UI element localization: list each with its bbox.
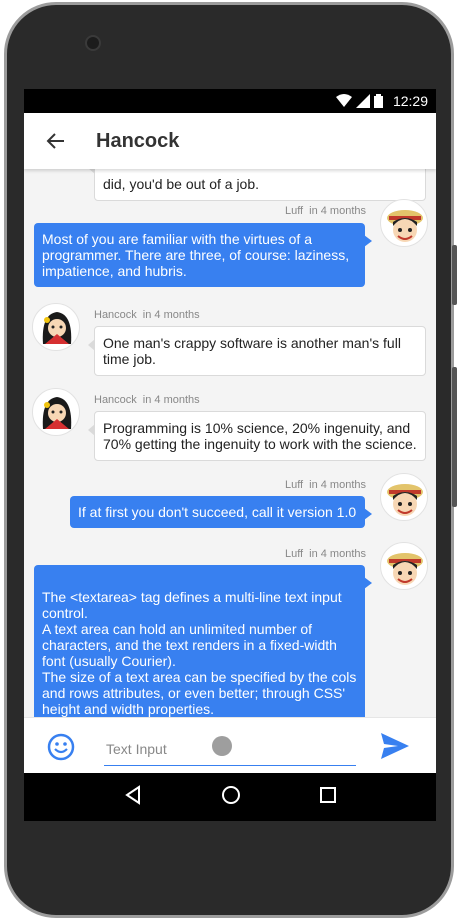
message-meta: Hancock in 4 months — [94, 394, 200, 406]
battery-icon — [373, 94, 383, 108]
wifi-icon — [335, 94, 352, 107]
message-text: One man's crappy software is another man… — [103, 335, 401, 367]
luffy-avatar-icon — [387, 484, 423, 516]
message-bubble: did, you'd be out of a job. — [88, 169, 426, 201]
message-time: in 4 months — [142, 309, 200, 321]
message-bubble: The <textarea> tag defines a multi-line … — [34, 565, 372, 717]
message-sender: Hancock — [94, 309, 137, 321]
status-bar: 12:29 — [24, 89, 436, 113]
emoji-icon — [47, 733, 75, 761]
message-meta: Hancock in 4 months — [94, 309, 200, 321]
avatar-hancock[interactable] — [32, 303, 80, 351]
send-button[interactable] — [380, 732, 412, 762]
message-text: did, you'd be out of a job. — [103, 176, 260, 192]
message-sender: Hancock — [94, 394, 137, 406]
message-bubble: Programming is 10% science, 20% ingenuit… — [88, 411, 426, 461]
message-list[interactable]: did, you'd be out of a job. Luff in 4 mon… — [24, 169, 436, 717]
message-bubble: Most of you are familiar with the virtue… — [34, 223, 372, 287]
status-time: 12:29 — [392, 93, 428, 109]
square-recent-icon — [320, 786, 336, 803]
message-meta: Luff in 4 months — [285, 479, 366, 491]
message-text: The <textarea> tag defines a multi-line … — [42, 589, 357, 717]
message-sender: Luff — [284, 479, 304, 491]
circle-home-icon — [222, 785, 240, 804]
message-sender: Luff — [284, 205, 304, 217]
triangle-back-icon — [125, 784, 140, 805]
message-time: in 4 months — [309, 548, 366, 560]
luffy-avatar-icon — [387, 210, 423, 242]
message-meta: Luff in 4 months — [285, 548, 366, 560]
luffy-avatar-icon — [387, 553, 423, 585]
hancock-avatar-icon — [42, 397, 72, 429]
message-time: in 4 months — [142, 394, 200, 406]
nav-home-button[interactable] — [221, 785, 241, 810]
screen: 12:29 Hancock did, you'd be out of a job… — [24, 89, 436, 821]
message-meta: Luff in 4 months — [285, 205, 366, 217]
power-button — [452, 367, 457, 507]
composer-bar — [24, 717, 436, 773]
message-text: If at first you don't succeed, call it v… — [78, 504, 357, 520]
avatar-hancock[interactable] — [32, 388, 80, 436]
message-text: Most of you are familiar with the virtue… — [42, 231, 350, 279]
message-time: in 4 months — [309, 205, 366, 217]
avatar-luff[interactable] — [380, 542, 428, 590]
front-camera — [85, 35, 101, 51]
system-nav-bar — [24, 773, 436, 821]
text-cursor-handle[interactable] — [212, 736, 232, 756]
back-button[interactable] — [24, 113, 88, 169]
message-bubble: If at first you don't succeed, call it v… — [70, 496, 372, 528]
message-sender: Luff — [284, 548, 304, 560]
message-time: in 4 months — [309, 479, 366, 491]
page-title: Hancock — [96, 129, 180, 152]
message-bubble: One man's crappy software is another man… — [88, 326, 426, 376]
app-bar: Hancock — [24, 113, 436, 169]
avatar-luff[interactable] — [380, 199, 428, 247]
arrow-back-icon — [46, 133, 64, 149]
message-text: Programming is 10% science, 20% ingenuit… — [103, 420, 417, 452]
avatar-luff[interactable] — [380, 473, 428, 521]
volume-button — [452, 245, 457, 305]
nav-recent-button[interactable] — [319, 786, 337, 809]
hancock-avatar-icon — [42, 312, 72, 344]
emoji-button[interactable] — [46, 732, 76, 762]
nav-back-button[interactable] — [123, 784, 143, 810]
send-icon — [381, 733, 409, 759]
signal-icon — [355, 94, 370, 108]
